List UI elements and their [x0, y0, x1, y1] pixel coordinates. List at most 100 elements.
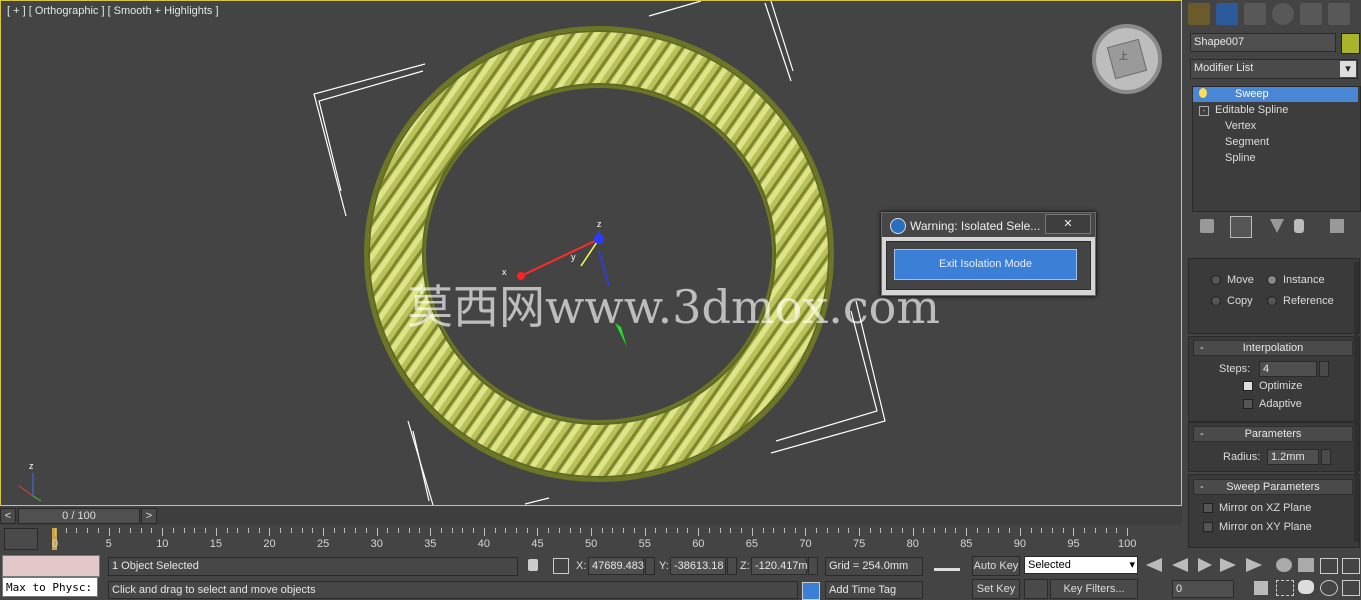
next-frame-icon[interactable] — [1220, 558, 1236, 572]
timeline-tick — [162, 528, 164, 536]
go-to-end-icon[interactable] — [1246, 558, 1262, 572]
timeline-tick — [558, 528, 560, 533]
hierarchy-tab-icon[interactable] — [1244, 3, 1266, 25]
utilities-tab-icon[interactable] — [1328, 3, 1350, 25]
zoom-icon[interactable] — [1276, 558, 1292, 572]
timeline-tick — [483, 528, 485, 536]
adaptive-checkbox[interactable] — [1243, 399, 1253, 409]
timeline-tick — [451, 528, 453, 533]
time-tag-icon[interactable] — [802, 582, 820, 600]
mirror-xy-checkbox[interactable] — [1203, 522, 1213, 532]
timeline-tick — [365, 528, 367, 533]
default-tangent-icon[interactable] — [1024, 579, 1048, 599]
x-spinner[interactable] — [645, 557, 655, 575]
prev-frame-button[interactable]: < — [0, 508, 16, 524]
dialog-title: Warning: Isolated Sele... — [910, 219, 1041, 233]
stack-item-spline[interactable]: Spline — [1225, 152, 1256, 164]
create-tab-icon[interactable] — [1188, 3, 1210, 25]
stack-item-vertex[interactable]: Vertex — [1225, 120, 1256, 132]
track-bar-toggle-icon[interactable] — [4, 528, 38, 550]
y-coordinate-input[interactable]: -38613.18 — [670, 557, 726, 575]
isolation-warning-dialog: Warning: Isolated Sele... ✕ Exit Isolati… — [881, 212, 1096, 296]
optimize-checkbox[interactable] — [1243, 381, 1253, 391]
timeline-tick — [140, 528, 142, 533]
maximize-viewport-icon[interactable] — [1342, 580, 1360, 596]
move-radio[interactable] — [1211, 275, 1221, 285]
modifier-list-dropdown[interactable]: Modifier List ▾ — [1190, 59, 1358, 79]
stack-item-editable-spline[interactable]: Editable Spline — [1215, 104, 1288, 116]
steps-spinner[interactable] — [1319, 361, 1329, 377]
parameters-header[interactable]: - Parameters — [1193, 426, 1353, 442]
orbit-icon[interactable] — [1320, 580, 1338, 596]
zoom-extents-all-icon[interactable] — [1342, 558, 1360, 574]
collapse-icon[interactable]: - — [1199, 106, 1209, 116]
display-tab-icon[interactable] — [1300, 3, 1322, 25]
timeline-tick — [237, 528, 239, 533]
sweep-parameters-header[interactable]: - Sweep Parameters — [1193, 479, 1353, 495]
configure-modifier-sets-icon[interactable] — [1330, 219, 1344, 233]
show-end-result-icon[interactable] — [1230, 216, 1252, 238]
copy-radio[interactable] — [1211, 296, 1221, 306]
timeline-tick — [108, 528, 110, 536]
modify-tab-icon[interactable] — [1216, 3, 1238, 25]
previous-frame-icon[interactable] — [1172, 558, 1188, 572]
instance-radio[interactable] — [1267, 275, 1277, 285]
go-to-start-icon[interactable] — [1146, 558, 1162, 572]
timeline-tick — [290, 528, 292, 533]
add-time-tag[interactable]: Add Time Tag — [825, 581, 923, 599]
timeline-tick — [1073, 528, 1075, 536]
maxscript-listener-color[interactable] — [2, 555, 100, 577]
time-slider[interactable]: 0 / 100 — [18, 508, 140, 524]
zoom-all-icon[interactable] — [1298, 558, 1314, 572]
motion-tab-icon[interactable] — [1272, 3, 1294, 25]
field-of-view-icon[interactable] — [1276, 580, 1294, 596]
remove-modifier-icon[interactable] — [1294, 219, 1304, 233]
y-spinner[interactable] — [727, 557, 737, 575]
timeline-tick — [794, 528, 796, 533]
maxscript-mini-listener[interactable]: Max to Physc: — [2, 577, 98, 597]
interpolation-header[interactable]: - Interpolation — [1193, 340, 1353, 356]
radius-input[interactable]: 1.2mm — [1267, 449, 1319, 465]
mirror-xz-checkbox[interactable] — [1203, 503, 1213, 513]
timeline-tick-label: 80 — [906, 538, 919, 550]
reference-radio[interactable] — [1267, 296, 1277, 306]
current-frame-input[interactable]: 0 — [1172, 580, 1234, 598]
pan-hand-icon[interactable] — [1298, 580, 1314, 594]
panel-scrollbar[interactable] — [1354, 262, 1359, 542]
x-coordinate-input[interactable]: 47689.483 — [588, 557, 644, 575]
modifier-list-label: Modifier List — [1194, 62, 1254, 74]
exit-isolation-button[interactable]: Exit Isolation Mode — [894, 249, 1077, 280]
dialog-titlebar[interactable]: Warning: Isolated Sele... ✕ — [882, 213, 1095, 237]
stack-item-segment[interactable]: Segment — [1225, 136, 1269, 148]
timeline-tick — [247, 528, 249, 533]
next-frame-button[interactable]: > — [141, 508, 157, 524]
timeline-tick-label: 40 — [477, 538, 491, 550]
z-coordinate-input[interactable]: -120.417m — [751, 557, 808, 575]
timeline-tick — [762, 528, 764, 533]
timeline-tick — [644, 528, 646, 536]
timeline-tick — [944, 528, 946, 533]
key-icon[interactable] — [934, 568, 960, 583]
time-configuration-icon[interactable] — [1254, 581, 1268, 595]
track-bar[interactable]: 0 5 10 15 20 25 30 35 40 45 50 55 60 65 70 75 80 85 90 95 10… — [0, 526, 1182, 553]
radius-spinner[interactable] — [1321, 449, 1331, 465]
key-selection-dropdown[interactable]: Selected ▾ — [1024, 556, 1138, 574]
z-spinner[interactable] — [808, 557, 818, 575]
auto-key-button[interactable]: Auto Key — [972, 556, 1020, 576]
timeline-tick — [601, 528, 603, 533]
make-unique-icon[interactable] — [1270, 219, 1284, 233]
object-name-field[interactable]: Shape007 — [1190, 33, 1336, 52]
timeline-tick — [398, 528, 400, 533]
play-icon[interactable] — [1198, 558, 1212, 572]
pin-stack-icon[interactable] — [1200, 219, 1214, 233]
mirror-xz-label: Mirror on XZ Plane — [1219, 502, 1312, 514]
steps-input[interactable]: 4 — [1259, 361, 1317, 377]
zoom-extents-icon[interactable] — [1320, 558, 1338, 574]
object-color-swatch[interactable] — [1341, 33, 1360, 54]
set-key-button[interactable]: Set Key — [972, 579, 1020, 599]
lock-icon[interactable] — [528, 559, 538, 571]
key-filters-button[interactable]: Key Filters... — [1050, 579, 1138, 599]
close-button[interactable]: ✕ — [1045, 214, 1091, 234]
absolute-mode-icon[interactable] — [553, 558, 569, 574]
stack-item-sweep[interactable]: Sweep — [1193, 87, 1358, 102]
